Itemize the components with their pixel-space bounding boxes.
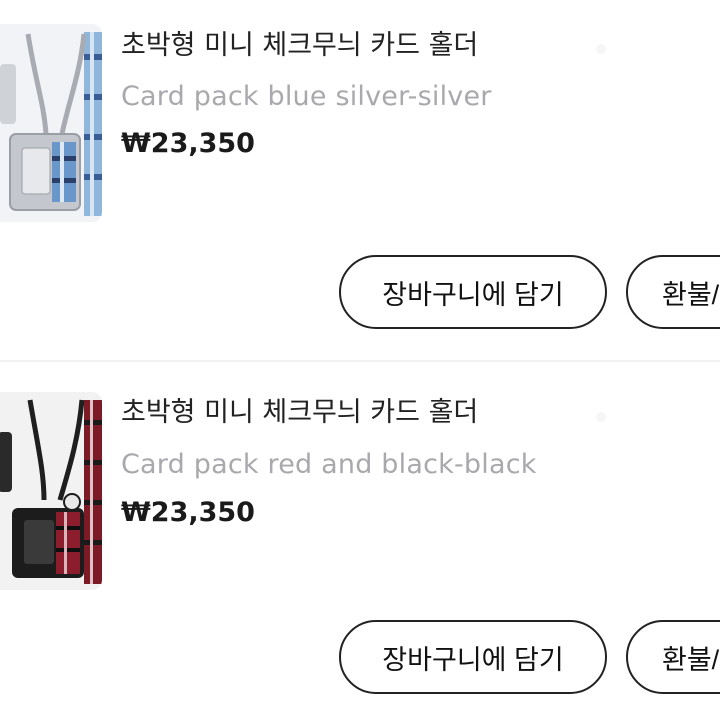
product-option: Card pack red and black-black	[121, 449, 537, 480]
product-thumbnail[interactable]	[0, 24, 102, 222]
product-thumbnail[interactable]	[0, 392, 102, 590]
list-item: 초박형 미니 체크무늬 카드 홀더 Card pack red and blac…	[0, 362, 720, 720]
more-options-icon[interactable]	[596, 44, 606, 54]
add-to-cart-button[interactable]: 장바구니에 담기	[339, 255, 607, 329]
product-price: ₩23,350	[121, 128, 255, 159]
add-to-cart-button[interactable]: 장바구니에 담기	[339, 620, 607, 694]
product-price: ₩23,350	[121, 497, 255, 528]
refund-button[interactable]: 환불/	[626, 620, 720, 694]
card-holder-blue-silver-image	[0, 24, 102, 222]
list-item: 초박형 미니 체크무늬 카드 홀더 Card pack blue silver-…	[0, 0, 720, 360]
product-name[interactable]: 초박형 미니 체크무늬 카드 홀더	[121, 28, 478, 64]
more-options-icon[interactable]	[596, 412, 606, 422]
product-option: Card pack blue silver-silver	[121, 81, 492, 112]
card-holder-red-black-image	[0, 392, 102, 590]
order-list: 초박형 미니 체크무늬 카드 홀더 Card pack blue silver-…	[0, 0, 720, 720]
refund-button[interactable]: 환불/	[626, 255, 720, 329]
product-name[interactable]: 초박형 미니 체크무늬 카드 홀더	[121, 395, 478, 431]
